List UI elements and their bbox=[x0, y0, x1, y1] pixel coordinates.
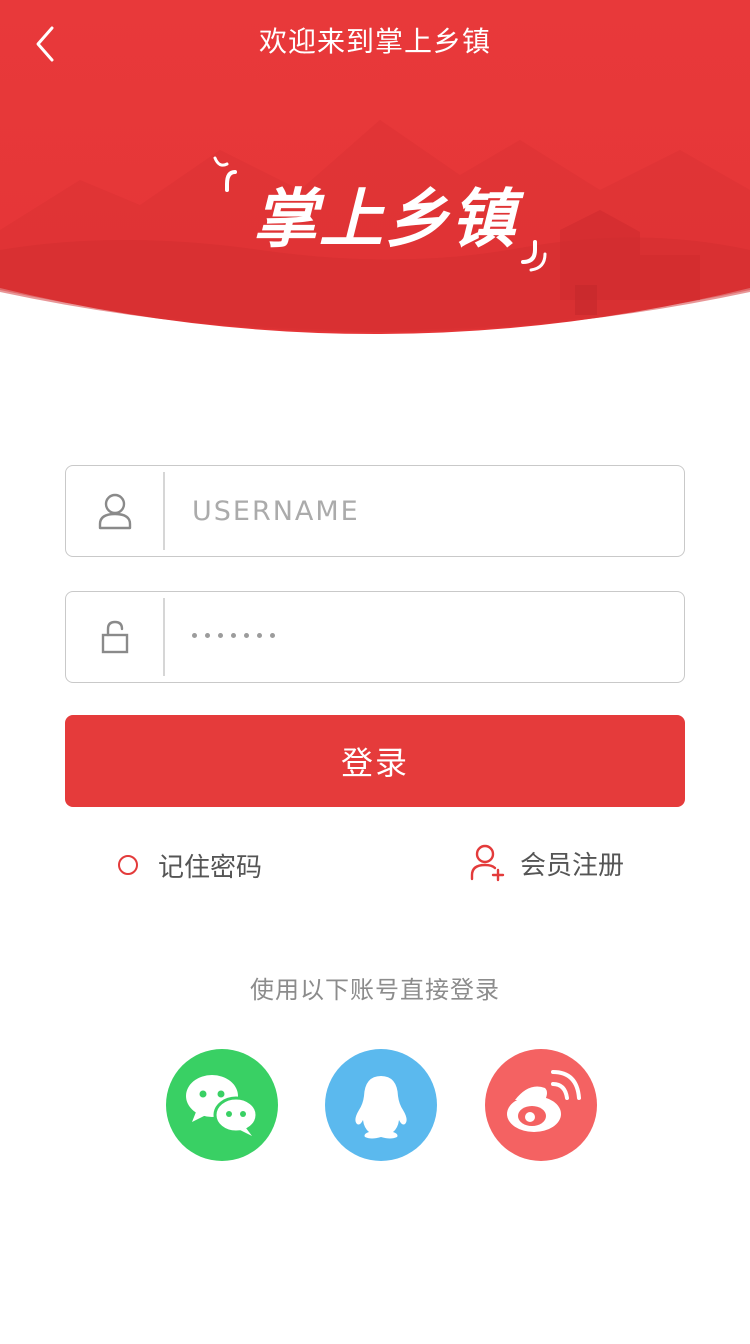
remember-radio[interactable] bbox=[118, 855, 138, 875]
user-icon bbox=[98, 493, 132, 530]
lock-icon bbox=[101, 620, 129, 654]
password-field[interactable] bbox=[65, 591, 685, 683]
field-divider bbox=[163, 472, 165, 550]
login-button[interactable]: 登录 bbox=[65, 715, 685, 807]
header-banner: 欢迎来到掌上乡镇 掌上乡镇 bbox=[0, 0, 750, 340]
add-user-icon bbox=[470, 844, 505, 882]
remember-password-toggle[interactable]: 记住密码 bbox=[118, 842, 262, 888]
logo-text: 掌上乡镇 bbox=[253, 183, 517, 257]
username-field[interactable] bbox=[65, 465, 685, 557]
register-link[interactable]: 会员注册 bbox=[470, 840, 624, 886]
remember-label: 记住密码 bbox=[158, 852, 263, 883]
app-logo: 掌上乡镇 bbox=[205, 150, 555, 280]
password-input[interactable] bbox=[192, 620, 275, 650]
register-label: 会员注册 bbox=[520, 850, 625, 881]
third-party-login-heading: 使用以下账号直接登录 bbox=[250, 976, 500, 1004]
lock-icon-wrap bbox=[66, 592, 164, 682]
wechat-icon bbox=[186, 1075, 259, 1136]
weibo-login-button[interactable] bbox=[485, 1049, 597, 1161]
wechat-login-button[interactable] bbox=[166, 1049, 278, 1161]
field-divider bbox=[163, 598, 165, 676]
user-icon-wrap bbox=[66, 466, 164, 556]
username-input[interactable] bbox=[192, 466, 662, 556]
qq-login-button[interactable] bbox=[325, 1049, 437, 1161]
qq-icon bbox=[355, 1076, 407, 1139]
page-title: 欢迎来到掌上乡镇 bbox=[258, 25, 491, 58]
weibo-icon bbox=[507, 1070, 581, 1132]
